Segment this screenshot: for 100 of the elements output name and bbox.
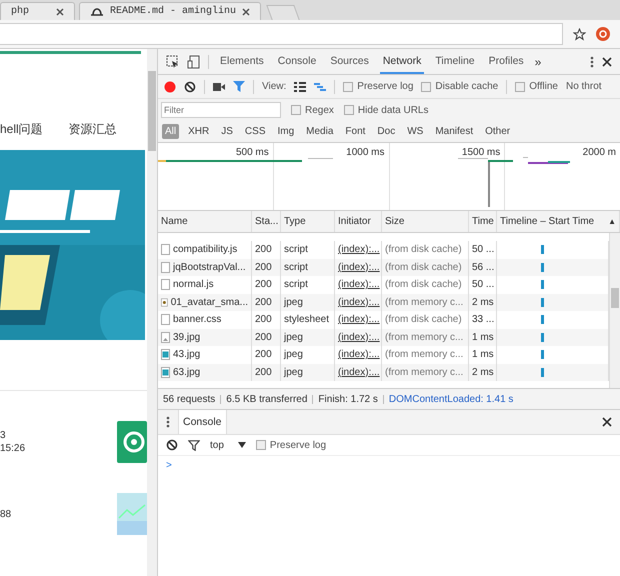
dom-loaded-text: DOMContentLoaded: 1.41 s (388, 394, 514, 404)
column-header[interactable]: Name (158, 211, 252, 232)
table-cell: 200 (252, 364, 281, 381)
column-header[interactable]: Sta... (252, 211, 281, 232)
timing-bar (541, 350, 544, 360)
filter-icon[interactable] (188, 440, 200, 450)
checkbox-option[interactable]: Offline (515, 81, 558, 92)
image-file-icon (161, 349, 170, 360)
column-header[interactable]: Size (382, 211, 469, 232)
initiator-link[interactable]: (index):... (338, 262, 380, 273)
column-header[interactable]: Initiator (335, 211, 382, 232)
devtools-tab[interactable]: Profiles (486, 49, 527, 74)
type-filter[interactable]: Font (342, 124, 368, 139)
initiator-link[interactable]: (index):... (338, 349, 380, 360)
checkbox-option[interactable]: Preserve log (343, 81, 414, 92)
type-filter[interactable]: JS (218, 124, 236, 139)
devtools-tab[interactable]: Elements (217, 49, 267, 74)
file-icon (161, 262, 170, 273)
tick-label: 500 ms (236, 147, 269, 158)
close-icon[interactable] (242, 8, 250, 16)
table-cell: 200 (252, 328, 281, 346)
type-filter[interactable]: Manifest (432, 124, 476, 139)
type-filter[interactable]: WS (404, 124, 426, 139)
scroll-thumb[interactable] (148, 71, 156, 151)
camera-icon[interactable] (213, 82, 225, 90)
type-filter[interactable]: Other (482, 124, 514, 139)
checkbox-option[interactable]: Disable cache (421, 81, 498, 92)
type-filter[interactable]: Media (303, 124, 336, 139)
devtools-tab[interactable]: Sources (327, 49, 372, 74)
column-header[interactable]: Time (469, 211, 497, 232)
initiator-link[interactable]: (index):... (338, 244, 380, 256)
type-filter[interactable]: Img (274, 124, 298, 139)
table-cell: compatibility.js (173, 244, 238, 256)
timing-bar (541, 315, 544, 324)
column-header[interactable]: Timeline – Start Time ▲ (497, 211, 620, 232)
type-filter[interactable]: Doc (374, 124, 398, 139)
nav-link[interactable]: 资源汇总 (68, 121, 117, 138)
initiator-link[interactable]: (index):... (338, 366, 380, 378)
throttle-dropdown[interactable]: No throt (566, 81, 602, 92)
clear-icon[interactable] (166, 439, 178, 451)
timing-bar (541, 245, 544, 254)
checkbox-option[interactable]: Regex (291, 104, 334, 116)
more-options-icon[interactable] (590, 56, 594, 68)
context-dropdown[interactable]: top (210, 440, 246, 450)
table-cell: jpeg (281, 294, 335, 311)
more-tabs-button[interactable]: » (534, 54, 542, 68)
close-icon[interactable] (602, 56, 612, 66)
table-cell: jpeg (281, 328, 335, 346)
scrollbar[interactable] (147, 49, 157, 576)
record-icon[interactable] (164, 80, 176, 92)
address-field[interactable] (0, 23, 563, 45)
checkbox-option[interactable]: Hide data URLs (344, 104, 428, 116)
waterfall-icon[interactable] (314, 82, 326, 92)
table-cell: 01_avatar_sma... (170, 296, 248, 308)
initiator-link[interactable]: (index):... (338, 279, 380, 290)
initiator-link[interactable]: (index):... (338, 296, 380, 308)
type-filter[interactable]: CSS (242, 124, 268, 139)
table-cell: jqBootstrapVal... (173, 262, 246, 273)
item-text: 88 (0, 508, 12, 520)
checkbox-option[interactable]: Preserve log (256, 440, 326, 450)
filter-field[interactable]: Filter (161, 102, 281, 118)
devtools-tab[interactable]: Console (274, 49, 320, 74)
initiator-link[interactable]: (index):... (338, 314, 380, 326)
image-file-icon (161, 366, 170, 378)
table-cell: 43.jpg (173, 349, 200, 360)
drawer-tab[interactable]: Console (178, 410, 227, 434)
inspect-icon[interactable] (166, 55, 179, 68)
column-header[interactable]: Type (281, 211, 335, 232)
clear-icon[interactable] (184, 80, 196, 92)
more-options-icon[interactable] (166, 416, 170, 428)
browser-tab[interactable]: php (0, 2, 75, 20)
browser-tab[interactable]: README.md - aminglinu (79, 2, 262, 20)
close-icon[interactable] (56, 8, 64, 16)
close-icon[interactable] (602, 417, 612, 427)
summary-text: 56 requests (163, 394, 216, 404)
devtools-tab[interactable]: Timeline (432, 49, 478, 74)
nav-link[interactable]: hell问题 (0, 121, 43, 138)
scrollbar[interactable] (609, 233, 620, 388)
device-icon[interactable] (187, 54, 200, 68)
scroll-thumb[interactable] (611, 288, 619, 308)
table-cell: 39.jpg (173, 332, 200, 343)
table-cell: 2 ms (469, 294, 497, 311)
table-cell: 200 (252, 258, 281, 276)
table-cell: (from memory c... (382, 294, 469, 311)
tab-title: php (11, 6, 30, 17)
tick-label: 1500 ms (462, 147, 500, 158)
table-cell: (from disk cache) (382, 258, 469, 276)
timing-bar (541, 298, 544, 307)
image-file-icon (161, 332, 170, 343)
type-filter[interactable]: XHR (185, 124, 212, 139)
star-icon[interactable] (573, 28, 586, 40)
timing-bar (541, 280, 544, 290)
monkey-logo-icon[interactable] (117, 421, 147, 463)
summary-text: Finish: 1.72 s (318, 394, 378, 404)
initiator-link[interactable]: (index):... (338, 332, 380, 343)
list-view-icon[interactable] (294, 82, 306, 92)
extension-icon[interactable] (596, 27, 610, 41)
tick-label: 2000 m (582, 147, 616, 158)
table-cell: 63.jpg (173, 366, 200, 378)
item-text: 15:26 (0, 443, 26, 454)
